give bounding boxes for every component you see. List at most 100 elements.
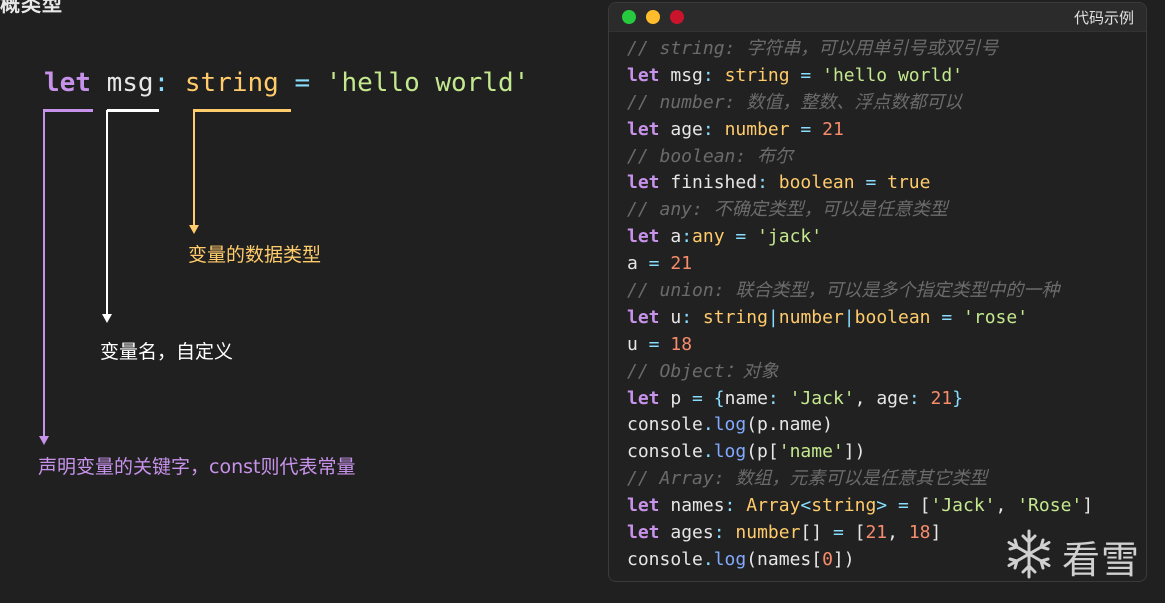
window-title: 代码示例	[1073, 9, 1134, 27]
code-token: ])	[843, 441, 866, 463]
code-token: let	[627, 118, 660, 140]
code-token: // Object：对象	[627, 360, 779, 382]
name-label: 变量名，自定义	[100, 341, 234, 363]
code-token: number	[735, 522, 801, 544]
code-line: let msg: string = 'hello world'	[627, 63, 1093, 90]
code-token: msg	[659, 64, 703, 86]
code-line: // any: 不确定类型，可以是任意类型	[627, 197, 1093, 224]
code-window: 代码示例 // string: 字符串，可以用单引号或双引号 let msg: s…	[608, 2, 1147, 582]
code-token: 'Jack'	[789, 387, 855, 409]
code-token: let	[627, 172, 660, 194]
code-token: 'Rose'	[1017, 495, 1083, 517]
diagram-keyword: let	[44, 68, 91, 98]
code-token: age	[659, 118, 703, 140]
code-token: a	[627, 253, 638, 275]
code-token: p	[659, 387, 682, 409]
code-token: let	[627, 522, 660, 544]
code-token: ]	[930, 522, 942, 544]
diagram-value: 'hello world'	[325, 68, 530, 98]
code-token: 'Jack'	[930, 495, 996, 517]
code-line: let names: Array<string> = ['Jack', 'Ros…	[627, 493, 1093, 520]
code-line: // Object：对象	[627, 359, 1093, 386]
code-token: =	[724, 226, 758, 248]
code-line: console.log(p.name)	[627, 412, 1093, 439]
code-token: // any: 不确定类型，可以是任意类型	[627, 199, 948, 221]
code-token: > =	[876, 495, 920, 517]
code-token: |	[767, 306, 779, 328]
code-token: string	[724, 64, 790, 86]
code-token: 18	[908, 522, 931, 544]
code-token: log	[713, 548, 747, 570]
code-line: let age: number = 21	[627, 117, 1093, 144]
code-block: // string: 字符串，可以用单引号或双引号 let msg: string…	[627, 36, 1093, 574]
code-token: {	[713, 387, 725, 409]
code-token: =	[854, 172, 888, 194]
code-line: // union: 联合类型，可以是多个指定类型中的一种	[627, 278, 1093, 305]
diagram-equals: =	[294, 68, 311, 98]
code-line: let p = {name: 'Jack', age: 21}	[627, 386, 1093, 413]
code-token: .	[702, 414, 714, 436]
code-token: console	[627, 548, 703, 570]
code-token: , age	[854, 387, 909, 409]
code-token: 21	[865, 522, 888, 544]
code-token: 'rose'	[963, 306, 1029, 328]
code-line: // number: 数值，整数、浮点数都可以	[627, 90, 1093, 117]
close-window-button[interactable]	[622, 10, 636, 24]
watermark: 看雪	[1002, 527, 1152, 583]
code-token: :	[908, 387, 931, 409]
code-token: number	[724, 118, 790, 140]
code-token: 21	[930, 387, 953, 409]
type-arrow-icon	[189, 225, 199, 234]
code-token: (p[	[746, 441, 779, 463]
code-token: names	[659, 495, 725, 517]
code-token: =	[637, 253, 671, 275]
code-token: ])	[832, 548, 855, 570]
name-underline	[107, 109, 159, 112]
code-line: let u: string|number|boolean = 'rose'	[627, 305, 1093, 332]
type-underline	[193, 109, 291, 112]
code-token: :	[681, 226, 693, 248]
code-token: log	[713, 414, 747, 436]
code-token: =	[930, 306, 964, 328]
name-arrow-icon	[102, 314, 112, 323]
watermark-text: 看雪	[1062, 538, 1141, 582]
code-token: .	[702, 441, 714, 463]
code-token: =	[681, 387, 714, 409]
code-token: 21	[670, 253, 693, 275]
code-token: let	[627, 495, 660, 517]
code-line: // string: 字符串，可以用单引号或双引号	[627, 36, 1093, 63]
code-token: // Array: 数组，元素可以是任意其它类型	[627, 468, 988, 490]
header-fragment: 概类型	[0, 0, 63, 16]
code-token: any	[692, 226, 725, 248]
code-token: :	[681, 306, 703, 328]
code-token: [	[919, 495, 931, 517]
code-token: (p.name)	[746, 414, 833, 436]
code-token: // number: 数值，整数、浮点数都可以	[627, 91, 963, 113]
code-token: =	[789, 64, 823, 86]
code-token: .	[702, 548, 714, 570]
code-token: []	[800, 522, 823, 544]
keyword-connector	[43, 110, 45, 437]
code-token: :	[713, 522, 736, 544]
code-token: =	[822, 522, 855, 544]
code-token: 'hello world'	[822, 64, 963, 86]
diagram-colon: :	[153, 68, 170, 98]
type-connector	[193, 110, 195, 226]
code-token: let	[627, 64, 660, 86]
keyword-label: 声明变量的关键字，const则代表常量	[38, 456, 356, 478]
code-line: let a:any = 'jack'	[627, 224, 1093, 251]
code-line: u = 18	[627, 332, 1093, 359]
zoom-window-button[interactable]	[670, 10, 684, 24]
minimize-window-button[interactable]	[646, 10, 660, 24]
code-token: ,	[887, 522, 909, 544]
keyword-underline	[43, 109, 93, 112]
code-token: 18	[670, 333, 693, 355]
code-token: console	[627, 414, 703, 436]
diagram-type: string	[184, 68, 279, 98]
window-titlebar: 代码示例	[609, 3, 1146, 32]
code-token: number	[778, 306, 844, 328]
code-token: string	[811, 495, 877, 517]
code-token: name	[724, 387, 768, 409]
code-token: 21	[822, 118, 844, 140]
code-token: }	[952, 387, 964, 409]
